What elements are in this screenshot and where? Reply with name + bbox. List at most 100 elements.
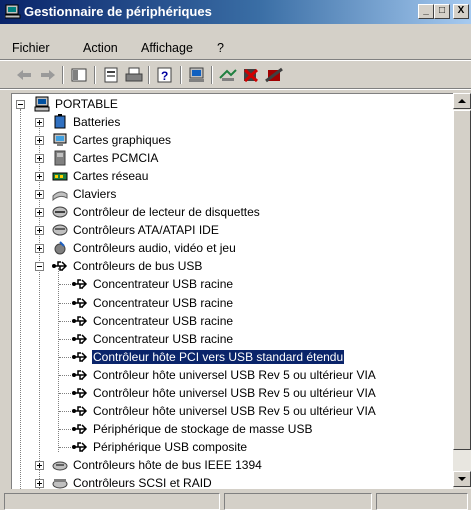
expand-toggle[interactable] <box>35 244 44 254</box>
tree-item-selected-label: Contrôleur hôte PCI vers USB standard ét… <box>90 348 346 365</box>
tree-item-display-adapters-label: Cartes graphiques <box>73 133 172 148</box>
help-icon[interactable]: ? <box>155 66 175 84</box>
device-manager-icon <box>5 4 21 19</box>
menu-action[interactable]: Action <box>83 41 118 55</box>
scroll-up-arrow-icon <box>458 99 466 103</box>
forward-arrow-icon[interactable] <box>38 66 58 84</box>
maximize-button[interactable]: □ <box>434 4 450 19</box>
audio-icon <box>54 241 66 255</box>
tree-connector <box>59 320 71 322</box>
tree-connector <box>59 410 71 412</box>
computer-icon <box>34 96 50 112</box>
usb-icon <box>72 279 88 290</box>
collapse-toggle[interactable] <box>16 100 25 109</box>
tree-item-usb-device-label: Concentrateur USB racine <box>93 295 234 310</box>
expand-toggle[interactable] <box>35 208 44 218</box>
tree-item-usb-device-label: Contrôleur hôte universel USB Rev 5 ou u… <box>93 403 376 418</box>
tree-connector <box>59 446 71 448</box>
disable-icon[interactable] <box>264 66 284 84</box>
tree-connector <box>59 374 71 376</box>
display-icon <box>53 133 67 147</box>
expand-toggle[interactable] <box>35 460 44 470</box>
expand-toggle[interactable] <box>35 172 44 182</box>
tree-item-usb-device-label: Concentrateur USB racine <box>93 277 234 292</box>
usb-icon <box>72 442 88 452</box>
device-tree[interactable]: PORTABLE Batteries Cartes graphiques Carte… <box>11 93 471 489</box>
menu-fichier[interactable]: Fichier <box>12 41 50 55</box>
tree-connector <box>59 284 71 286</box>
minimize-button[interactable]: _ <box>418 4 434 19</box>
scroll-up-button[interactable] <box>453 93 471 109</box>
tree-connector <box>59 392 71 394</box>
status-panel <box>224 493 372 510</box>
toolbar-separator <box>62 66 64 84</box>
tree-item-batteries-label: Batteries <box>73 115 121 129</box>
properties-icon[interactable] <box>101 66 121 84</box>
usb-icon <box>72 351 88 362</box>
title-bar[interactable]: Gestionnaire de périphériques _ □ X <box>0 0 471 24</box>
update-driver-icon[interactable] <box>218 66 238 84</box>
status-bar <box>0 491 471 510</box>
divider <box>0 89 471 90</box>
vertical-scrollbar[interactable] <box>453 93 471 489</box>
close-button[interactable]: X <box>453 4 469 19</box>
tree-item-pcmcia-adapters-label: Cartes PCMCIA <box>73 151 159 166</box>
tree-connector <box>59 338 71 340</box>
expand-toggle[interactable] <box>35 118 44 127</box>
tree-item-sound-video-game-label: Contrôleurs audio, vidéo et jeu <box>73 241 236 256</box>
tree-item-usb-controllers-label: Contrôleurs de bus USB <box>73 259 203 274</box>
expand-toggle[interactable] <box>35 190 44 200</box>
tree-item-scsi-raid-controllers-label: Contrôleurs SCSI et RAID <box>73 476 212 489</box>
expand-toggle[interactable] <box>35 154 44 164</box>
tree-item-keyboards-label: Claviers <box>73 187 117 202</box>
keyboard-icon <box>52 191 68 202</box>
ide-icon <box>52 224 68 236</box>
tree-item-ide-controllers-label: Contrôleurs ATA/ATAPI IDE <box>73 223 219 238</box>
status-panel <box>376 493 468 510</box>
tree-item-usb-device-label: Concentrateur USB racine <box>93 331 234 346</box>
tree-item-usb-device-label: Contrôleur hôte universel USB Rev 5 ou u… <box>93 385 376 400</box>
tree-connector <box>59 428 71 430</box>
console-tree-icon[interactable] <box>69 66 89 84</box>
scroll-thumb[interactable] <box>453 110 471 450</box>
menu-help[interactable]: ? <box>217 41 224 55</box>
scan-hardware-icon[interactable] <box>187 66 207 84</box>
network-icon <box>52 172 68 181</box>
scroll-down-button[interactable] <box>453 471 471 487</box>
uninstall-icon[interactable] <box>241 66 261 84</box>
tree-item-usb-device-label: Périphérique de stockage de masse USB <box>93 421 313 436</box>
tree-item-network-adapters-label: Cartes réseau <box>73 169 149 184</box>
tree-connector <box>58 268 59 452</box>
tree-connector <box>59 302 71 304</box>
usb-icon <box>72 406 88 416</box>
print-icon[interactable] <box>124 66 144 84</box>
tree-item-ieee1394-controllers-label: Contrôleurs hôte de bus IEEE 1394 <box>73 457 262 472</box>
tree-item-usb-device-label: Périphérique USB composite <box>93 439 248 454</box>
pcmcia-icon <box>54 150 66 166</box>
toolbar-separator <box>180 66 182 84</box>
scsi-icon <box>52 479 68 489</box>
tree-item-usb-device-label: Concentrateur USB racine <box>93 313 234 328</box>
collapse-toggle[interactable] <box>35 262 44 272</box>
device-manager-window: Gestionnaire de périphériques _ □ X Fich… <box>0 0 471 510</box>
svg-text:?: ? <box>161 69 168 83</box>
expand-toggle[interactable] <box>35 136 44 146</box>
toolbar-separator <box>148 66 150 84</box>
usb-icon <box>52 261 68 272</box>
usb-icon <box>72 424 88 434</box>
usb-icon <box>72 297 88 308</box>
tree-item-usb-device-label: Contrôleur hôte universel USB Rev 5 ou u… <box>93 367 376 382</box>
tree-connector <box>59 356 71 358</box>
expand-toggle[interactable] <box>35 226 44 236</box>
usb-icon <box>72 388 88 398</box>
firewire-icon <box>52 461 68 471</box>
tree-item-floppy-controllers-label: Contrôleur de lecteur de disquettes <box>73 205 260 220</box>
battery-icon <box>54 114 66 129</box>
toolbar-separator <box>94 66 96 84</box>
toolbar: ? <box>0 61 471 87</box>
menu-affichage[interactable]: Affichage <box>141 41 193 55</box>
usb-icon <box>72 315 88 326</box>
window-title: Gestionnaire de périphériques <box>24 4 212 19</box>
expand-toggle[interactable] <box>35 479 44 488</box>
back-arrow-icon[interactable] <box>14 66 34 84</box>
